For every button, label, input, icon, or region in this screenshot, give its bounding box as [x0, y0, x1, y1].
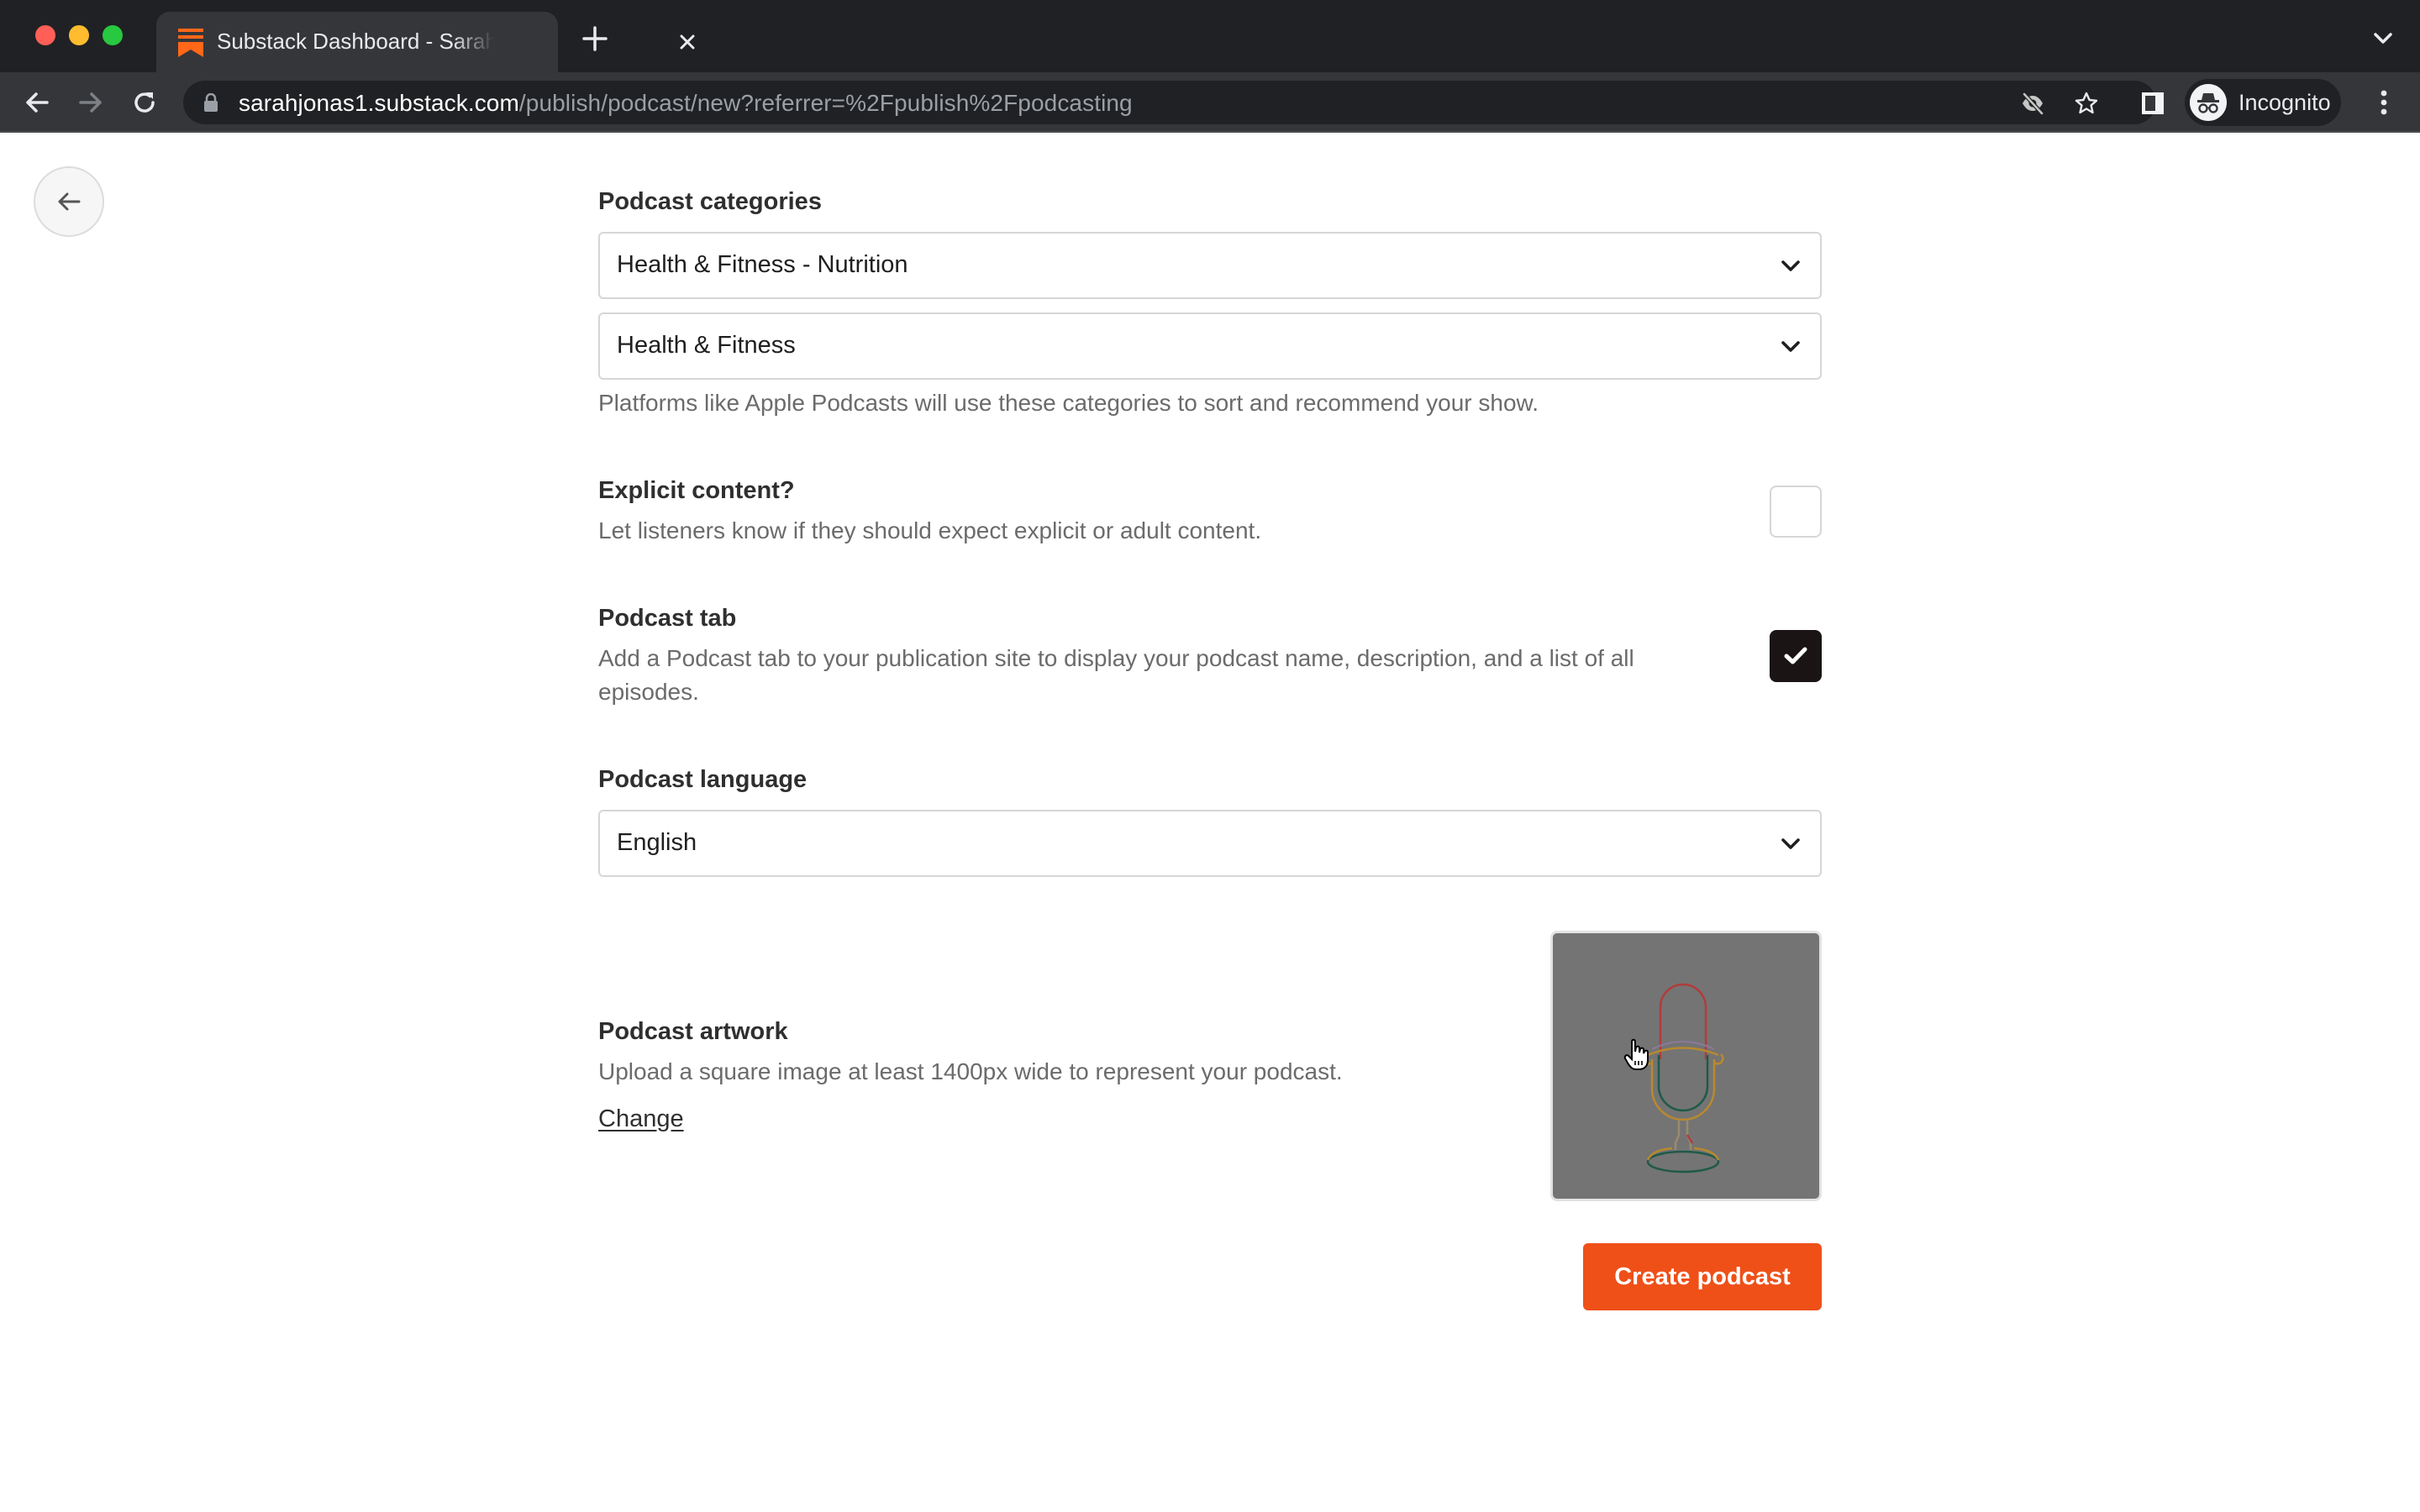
language-select[interactable]: English	[598, 810, 1822, 877]
secondary-category-value: Health & Fitness	[617, 332, 796, 359]
close-icon[interactable]	[674, 29, 701, 55]
tab-title: Substack Dashboard - Sarah's	[217, 29, 494, 54]
window-maximize-button[interactable]	[103, 25, 123, 45]
language-value: English	[617, 829, 697, 856]
podcast-tab-checkbox[interactable]	[1770, 630, 1822, 682]
incognito-icon	[2190, 84, 2227, 121]
eye-off-icon[interactable]	[2020, 91, 2045, 116]
browser-toolbar: sarahjonas1.substack.com/publish/podcast…	[0, 72, 2420, 133]
side-panel-icon[interactable]	[2141, 91, 2165, 116]
primary-category-value: Health & Fitness - Nutrition	[617, 251, 908, 278]
change-artwork-link[interactable]: Change	[598, 1105, 684, 1133]
kebab-menu-icon[interactable]	[2371, 87, 2396, 118]
checkmark-icon	[1784, 647, 1807, 664]
arrow-right-icon[interactable]	[76, 87, 106, 118]
url-host: sarahjonas1.substack.com	[239, 90, 519, 116]
reload-icon[interactable]	[129, 87, 160, 118]
window-minimize-button[interactable]	[69, 25, 89, 45]
categories-help: Platforms like Apple Podcasts will use t…	[598, 390, 1539, 416]
create-podcast-button[interactable]: Create podcast	[1583, 1243, 1822, 1310]
podcast-tab-label: Podcast tab	[598, 605, 737, 632]
microphone-icon	[1642, 983, 1724, 1173]
address-bar[interactable]: sarahjonas1.substack.com/publish/podcast…	[183, 81, 2156, 124]
chevron-down-icon	[1781, 341, 1800, 352]
categories-label: Podcast categories	[598, 188, 822, 215]
lock-icon[interactable]	[203, 93, 218, 112]
arrow-left-icon[interactable]	[22, 87, 52, 118]
substack-logo-icon	[178, 29, 203, 57]
plus-icon[interactable]	[580, 24, 610, 54]
primary-category-select[interactable]: Health & Fitness - Nutrition	[598, 232, 1822, 299]
window-close-button[interactable]	[35, 25, 55, 45]
podcast-artwork-image[interactable]	[1550, 931, 1822, 1201]
chevron-down-icon	[1781, 838, 1800, 849]
artwork-label: Podcast artwork	[598, 1018, 788, 1045]
hand-cursor-icon	[1623, 1038, 1649, 1070]
browser-tab-active[interactable]: Substack Dashboard - Sarah's	[156, 12, 695, 72]
back-button[interactable]	[34, 166, 104, 237]
language-label: Podcast language	[598, 766, 808, 793]
url-path: /publish/podcast/new?referrer=%2Fpublish…	[518, 90, 1133, 116]
chevron-down-icon[interactable]	[2370, 29, 2396, 49]
url-text[interactable]: sarahjonas1.substack.com/publish/podcast…	[239, 90, 1133, 117]
profile-button[interactable]: Incognito	[2185, 79, 2341, 126]
explicit-checkbox[interactable]	[1770, 486, 1822, 538]
explicit-help: Let listeners know if they should expect…	[598, 517, 1262, 543]
chevron-down-icon	[1781, 260, 1800, 271]
star-icon[interactable]	[2074, 91, 2099, 116]
browser-titlebar: Substack Dashboard - Sarah's	[0, 0, 2420, 72]
secondary-category-select[interactable]: Health & Fitness	[598, 312, 1822, 380]
podcast-tab-help: Add a Podcast tab to your publication si…	[598, 645, 1634, 705]
explicit-label: Explicit content?	[598, 477, 795, 504]
artwork-help: Upload a square image at least 1400px wi…	[598, 1058, 1343, 1084]
arrow-left-icon	[58, 192, 81, 211]
profile-label: Incognito	[2238, 90, 2331, 115]
